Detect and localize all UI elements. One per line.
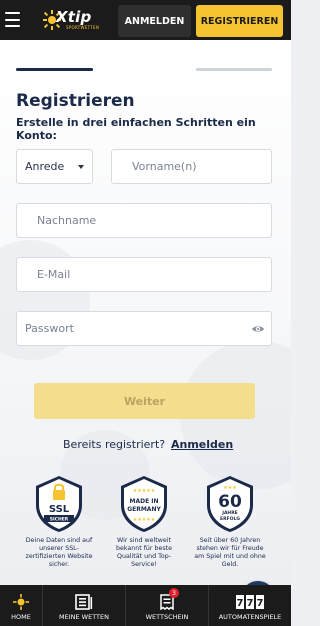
nav-betslip[interactable]: 3 WETTSCHEIN [125,585,208,626]
email-input[interactable]: E-Mail [16,257,272,292]
nav-my-bets-label: MEINE WETTEN [59,613,109,621]
bottom-navigation: HOME MEINE WETTEN 3 WETTSCHEIN 7 7 7 AUT… [0,585,291,626]
sixty-badge-mid: JAHRE [221,510,237,516]
ssl-badge-bottom: SICHER [50,517,69,523]
password-placeholder: Passwort [25,322,74,335]
ssl-badge-top: SSL [49,504,70,515]
svg-text:7: 7 [237,598,244,609]
firstname-placeholder: Vorname(n) [132,160,197,173]
germany-badge-bottom: GERMANY [127,506,161,513]
lastname-placeholder: Nachname [37,214,97,227]
login-link[interactable]: Anmelden [171,438,233,451]
already-registered-text: Bereits registriert? [63,438,166,451]
nav-betslip-label: WETTSCHEIN [145,613,189,621]
betslip-count-badge: 3 [169,588,179,598]
salutation-select[interactable]: Anrede [16,149,93,184]
sixty-years-badge-icon: ★★★ 60 JAHRE ERFOLG [207,476,253,532]
svg-text:★★★★★: ★★★★★ [133,517,156,523]
email-placeholder: E-Mail [37,268,71,281]
nav-home[interactable]: HOME [0,585,42,626]
top-bar: Xtip SPORTWETTEN ANMELDEN REGISTRIEREN [0,0,291,40]
register-button[interactable]: REGISTRIEREN [196,5,283,37]
next-button[interactable]: Weiter [34,383,255,419]
step-progress-active [16,68,93,71]
nav-my-bets[interactable]: MEINE WETTEN [42,585,125,626]
ssl-badge-icon: SSL SICHER [36,476,82,532]
sixty-badge-bottom: ERFOLG [220,516,240,522]
password-input[interactable]: Passwort [16,311,272,346]
logo-subtitle: SPORTWETTEN [66,25,100,30]
trust-ssl-text: Deine Daten sind auf unserer SSL-zertifi… [25,537,93,568]
sixty-badge-number: 60 [218,492,242,512]
slot-machine-icon: 7 7 7 [236,595,264,609]
step-progress-inactive [196,68,272,71]
germany-badge-top: MADE IN [129,498,158,505]
svg-text:★★★★★: ★★★★★ [133,488,156,494]
trust-germany-text: Wir sind weltweit bekannt für beste Qual… [115,537,172,568]
registration-card: Registrieren Erstelle in drei einfachen … [0,40,291,585]
firstname-input[interactable]: Vorname(n) [111,149,272,184]
lastname-input[interactable]: Nachname [16,203,272,238]
made-in-germany-badge-icon: ★★★★★ MADE IN GERMANY ★★★★★ [121,476,167,532]
my-bets-icon [75,594,93,610]
home-sun-icon [13,594,29,610]
salutation-value: Anrede [25,160,65,173]
page-subtitle: Erstelle in drei einfachen Schritten ein… [16,116,256,142]
svg-text:7: 7 [247,598,254,609]
nav-slot-games-label: AUTOMATENSPIELE [218,613,282,621]
page-title: Registrieren [16,91,135,111]
show-password-icon[interactable] [251,323,265,335]
logo-text[interactable]: Xtip [56,8,91,26]
caret-down-icon [78,165,84,169]
login-button[interactable]: ANMELDEN [118,5,191,37]
svg-text:★★★: ★★★ [223,485,237,491]
trust-made-in-germany: ★★★★★ MADE IN GERMANY ★★★★★ Wir sind wel… [106,475,182,569]
menu-icon[interactable] [5,12,20,27]
nav-slot-games[interactable]: 7 7 7 AUTOMATENSPIELE [208,585,291,626]
trust-ssl: SSL SICHER Deine Daten sind auf unserer … [21,475,97,569]
trust-60-text: Seit über 60 Jahren stehen wir für Freud… [194,537,266,568]
svg-text:7: 7 [257,598,264,609]
trust-60-years: ★★★ 60 JAHRE ERFOLG Seit über 60 Jahren … [192,475,268,569]
nav-home-label: HOME [11,613,31,621]
